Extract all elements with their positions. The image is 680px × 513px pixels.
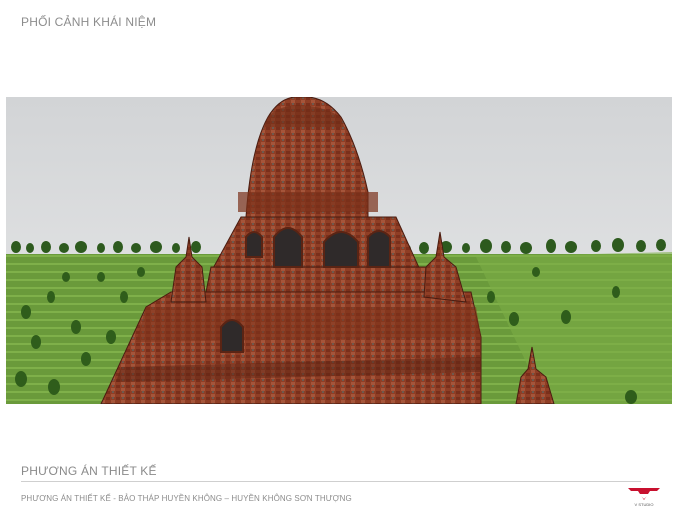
base-terrace <box>136 307 481 342</box>
logo-text: V STUDIO <box>635 502 654 507</box>
page-heading: PHỐI CẢNH KHÁI NIỆM <box>21 15 157 29</box>
concept-render-image <box>6 97 672 404</box>
middle-tier <box>205 266 427 293</box>
dome-base-ring <box>238 192 378 212</box>
divider-line <box>21 481 641 482</box>
v-logo-icon: V STUDIO <box>628 488 660 507</box>
project-caption: PHƯƠNG ÁN THIẾT KẾ - BẢO THÁP HUYỀN KHÔN… <box>21 494 352 503</box>
section-title: PHƯƠNG ÁN THIẾT KẾ <box>21 464 157 478</box>
render-svg <box>6 97 672 404</box>
studio-logo: V STUDIO <box>626 486 662 508</box>
